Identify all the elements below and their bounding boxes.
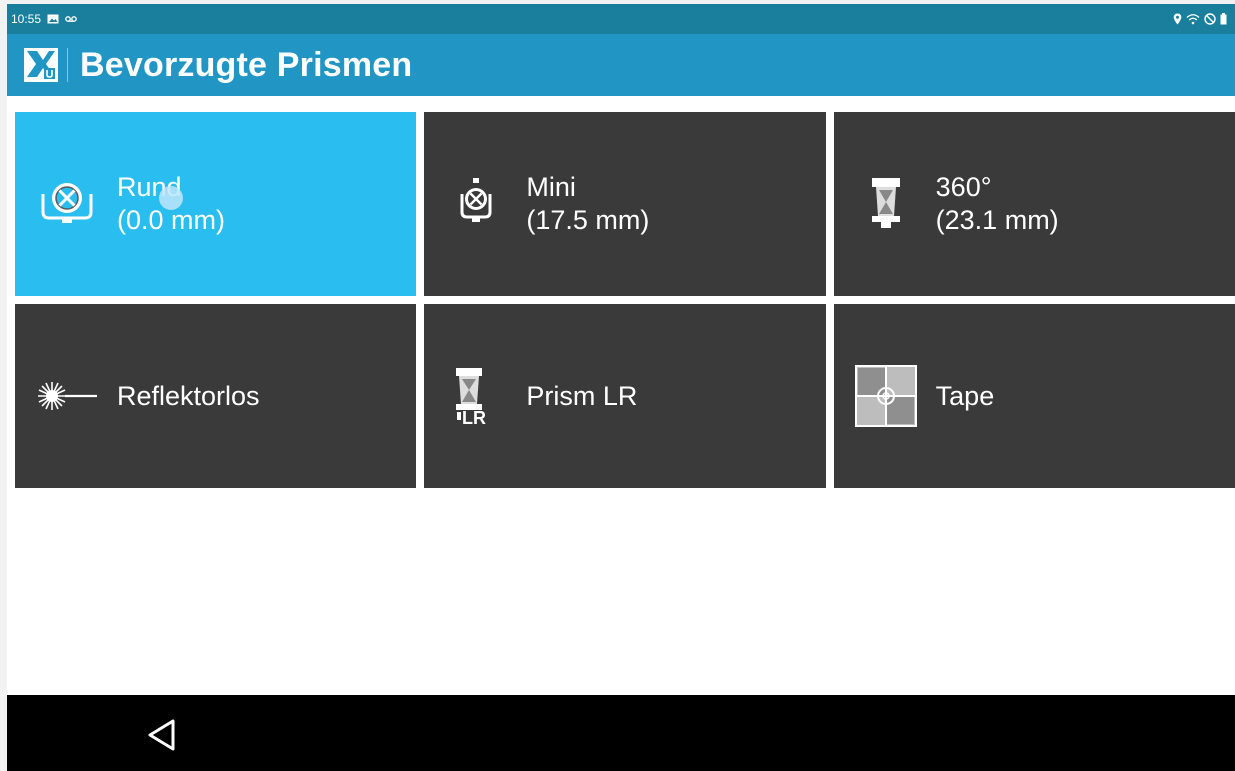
lr-badge: LR [462,408,486,428]
logo-divider [67,48,68,82]
reflectorless-icon [35,364,99,428]
status-time: 10:55 [11,12,42,26]
image-icon [47,14,59,24]
do-not-disturb-icon [1204,13,1216,25]
status-left: 10:55 [11,12,77,26]
prism-offset: (17.5 mm) [526,205,650,235]
prism-tile-text: 360° (23.1 mm) [936,171,1059,237]
prism-tile-reflektorlos[interactable]: Reflektorlos [15,304,417,488]
prism-tile-tape[interactable]: Tape [833,304,1235,488]
prism-tile-text: Prism LR [526,380,637,413]
prism-name: Mini [526,172,576,202]
status-right [1173,13,1227,25]
prism-name: Prism LR [526,380,638,411]
prism-tile-rund[interactable]: Rund (0.0 mm) [15,112,417,296]
status-bar: 10:55 [7,4,1235,34]
location-icon [1173,13,1182,25]
page-title: Bevorzugte Prismen [80,45,413,84]
prism-tile-mini[interactable]: Mini (17.5 mm) [424,112,826,296]
tape-target-icon [854,364,918,428]
prism-name: Reflektorlos [117,380,260,411]
prism-name: 360° [935,172,992,202]
round-prism-icon [35,172,99,236]
prism-offset: (23.1 mm) [935,205,1059,235]
back-triangle-icon[interactable] [143,715,183,755]
mini-prism-icon [444,172,508,236]
prism-lr-icon: LR [444,364,508,428]
voicemail-icon [65,15,77,23]
app-logo-icon[interactable] [23,47,59,83]
prism-tile-text: Reflektorlos [117,380,260,413]
battery-icon [1220,13,1227,25]
navigation-bar [7,695,1235,771]
prism-tile-text: Mini (17.5 mm) [526,171,649,237]
prism-name: Tape [935,380,995,411]
prism-tile-text: Tape [936,380,995,413]
app-frame: 10:55 Bevorzugte Prismen Rund (0.0 mm) M… [7,4,1235,771]
app-bar: Bevorzugte Prismen [7,34,1235,96]
360-prism-icon [854,172,918,236]
prism-tile-prism-lr[interactable]: LR Prism LR [424,304,826,488]
touch-indicator [159,186,183,210]
prism-tile-360[interactable]: 360° (23.1 mm) [833,112,1235,296]
wifi-icon [1186,13,1200,25]
prism-grid: Rund (0.0 mm) Mini (17.5 mm) 360° (23.1 … [15,112,1235,488]
